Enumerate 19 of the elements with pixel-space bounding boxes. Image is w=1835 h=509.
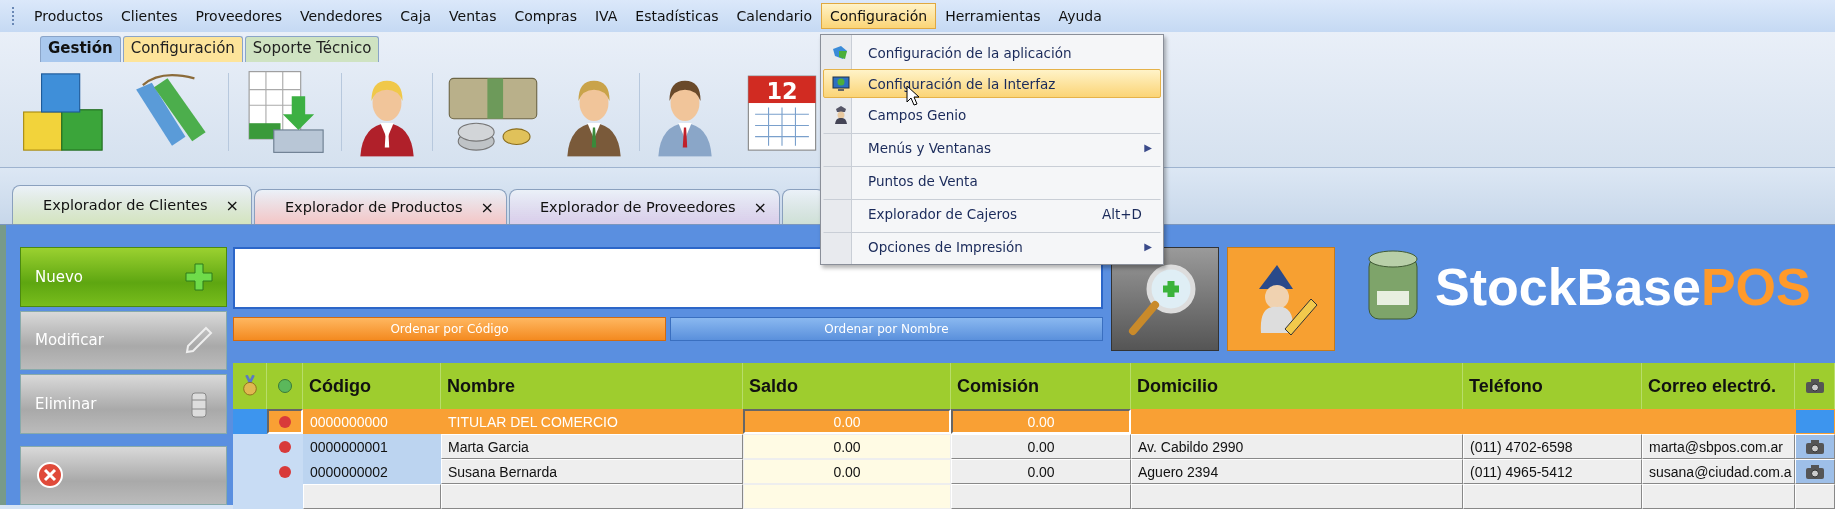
table-cell: 0.00 <box>743 459 951 484</box>
table-cell: 0.00 <box>951 409 1131 434</box>
table-cell: susana@ciudad.com.a <box>1642 459 1795 484</box>
table-cell: Aguero 2394 <box>1131 459 1463 484</box>
table-cell: Marta Garcia <box>441 434 743 459</box>
table-cell: 0.00 <box>743 434 951 459</box>
table-cell: 0.00 <box>951 434 1131 459</box>
table-cell: 0.00 <box>743 409 951 434</box>
table-cell: 0.00 <box>951 459 1131 484</box>
table-cell: 0000000001 <box>303 434 441 459</box>
table-cell: (011) 4965-5412 <box>1463 459 1642 484</box>
table-cell: TITULAR DEL COMERCIO <box>441 409 743 434</box>
table-cell: 0000000000 <box>303 409 441 434</box>
table-cell: Susana Bernarda <box>441 459 743 484</box>
table-cell: 0000000002 <box>303 459 441 484</box>
table-cell: marta@sbpos.com.ar <box>1642 434 1795 459</box>
table-cell: Av. Cabildo 2990 <box>1131 434 1463 459</box>
logo-text: StockBasePOS <box>1435 257 1811 317</box>
table-cell: (011) 4702-6598 <box>1463 434 1642 459</box>
